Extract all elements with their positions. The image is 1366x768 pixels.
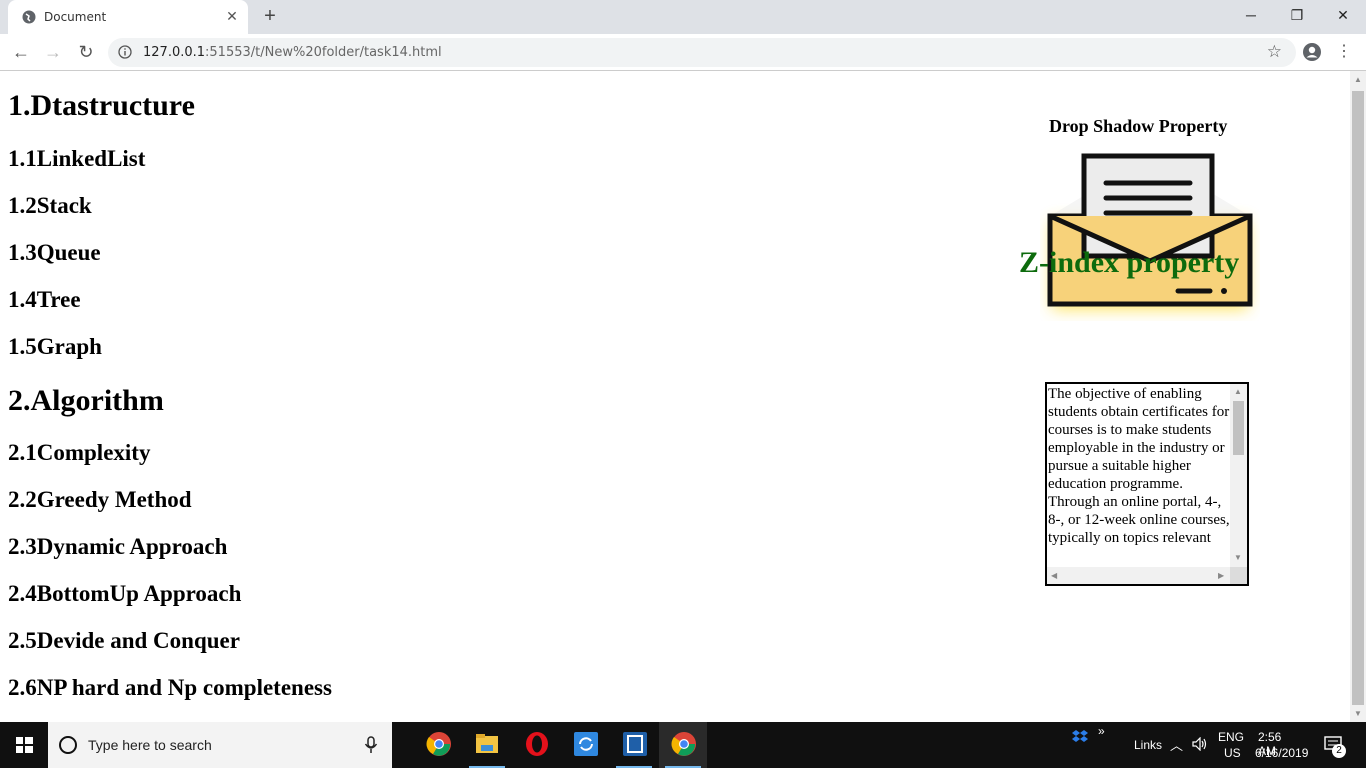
heading-queue: 1.3Queue: [8, 240, 101, 265]
url-host: 127.0.0.1: [143, 45, 206, 60]
heading-divide-conquer: 2.5Devide and Conquer: [8, 628, 240, 653]
taskbar-search-box[interactable]: Type here to search: [48, 722, 392, 768]
close-window-button[interactable]: ✕: [1320, 0, 1366, 30]
scroll-right-arrow-icon[interactable]: ▶: [1218, 571, 1224, 580]
notification-count-badge: 2: [1332, 744, 1346, 758]
forward-button[interactable]: →: [42, 42, 64, 64]
dropbox-icon[interactable]: [1072, 730, 1088, 744]
heading-greedy: 2.2Greedy Method: [8, 487, 192, 512]
links-toolbar-label[interactable]: Links: [1134, 738, 1162, 752]
envelope-icon: [1047, 153, 1253, 309]
heading-bottomup: 2.4BottomUp Approach: [8, 581, 242, 606]
bookmark-star-icon[interactable]: ☆: [1267, 42, 1282, 62]
heading-dynamic: 2.3Dynamic Approach: [8, 534, 228, 559]
textbox-horizontal-scrollbar[interactable]: ◀ ▶: [1047, 567, 1230, 584]
restore-button[interactable]: ❐: [1274, 0, 1320, 30]
scrollable-textbox[interactable]: The objective of enabling students obtai…: [1045, 382, 1249, 586]
tab-close-icon[interactable]: ✕: [224, 8, 240, 24]
taskbar-sync-app-icon[interactable]: [561, 722, 609, 768]
heading-stack: 1.2Stack: [8, 193, 92, 218]
page-scroll-up-icon[interactable]: ▲: [1354, 75, 1362, 84]
heading-graph: 1.5Graph: [8, 334, 102, 359]
cortana-circle-icon: [59, 736, 77, 754]
input-language[interactable]: ENG: [1218, 730, 1244, 744]
new-tab-button[interactable]: +: [260, 6, 280, 27]
scroll-left-arrow-icon[interactable]: ◀: [1051, 571, 1057, 580]
url-text: 127.0.0.1:51553/t/New%20folder/task14.ht…: [143, 45, 442, 60]
microphone-icon[interactable]: [364, 736, 378, 754]
textbox-scroll-thumb[interactable]: [1233, 401, 1244, 455]
textbox-vertical-scrollbar[interactable]: ▲ ▼: [1230, 384, 1247, 567]
tray-overflow-chevron-icon[interactable]: »: [1098, 724, 1105, 738]
volume-icon[interactable]: [1192, 737, 1208, 751]
profile-icon[interactable]: [1302, 42, 1322, 62]
minimize-button[interactable]: ─: [1228, 0, 1274, 30]
browser-tab[interactable]: Document ✕: [8, 0, 248, 34]
heading-linkedlist: 1.1LinkedList: [8, 146, 146, 171]
show-hidden-icons-icon[interactable]: ︿: [1170, 735, 1183, 754]
textbox-content: The objective of enabling students obtai…: [1048, 386, 1230, 546]
menu-kebab-icon[interactable]: ⋮: [1336, 42, 1352, 62]
taskbar-chrome-icon[interactable]: [414, 722, 462, 768]
taskbar-opera-icon[interactable]: [512, 722, 560, 768]
page-scroll-down-icon[interactable]: ▼: [1354, 709, 1362, 718]
heading-complexity: 2.1Complexity: [8, 440, 151, 465]
taskbar-file-explorer-icon[interactable]: [463, 722, 511, 768]
page-scrollbar[interactable]: ▲ ▼: [1350, 71, 1366, 722]
search-placeholder: Type here to search: [88, 737, 212, 753]
info-icon[interactable]: [118, 45, 132, 59]
input-region[interactable]: US: [1224, 746, 1241, 760]
heading-algorithm: 2.Algorithm: [8, 384, 164, 417]
clock-date[interactable]: 6/16/2019: [1255, 746, 1308, 760]
globe-icon: [22, 10, 36, 24]
windows-taskbar: Type here to search » Links ︿ ENG US 2:5…: [0, 722, 1366, 768]
back-button[interactable]: ←: [10, 42, 32, 64]
tab-title: Document: [44, 10, 107, 24]
heading-np-hard: 2.6NP hard and Np completeness: [8, 675, 332, 700]
zindex-label: Z-index property: [1019, 246, 1240, 279]
heading-datastructure: 1.Dtastructure: [8, 89, 195, 122]
scroll-down-arrow-icon[interactable]: ▼: [1234, 553, 1242, 562]
taskbar-editor-app-icon[interactable]: [610, 722, 658, 768]
drop-shadow-title: Drop Shadow Property: [1049, 116, 1228, 136]
page-content: 1.Dtastructure 1.1LinkedList 1.2Stack 1.…: [0, 71, 1350, 722]
url-path: :51553/t/New%20folder/task14.html: [205, 45, 442, 60]
scroll-up-arrow-icon[interactable]: ▲: [1234, 387, 1242, 396]
windows-start-icon[interactable]: [0, 722, 48, 768]
browser-tab-strip: Document ✕ + ─ ❐ ✕: [0, 0, 1366, 34]
browser-toolbar: ← → ↻ 127.0.0.1:51553/t/New%20folder/tas…: [0, 34, 1366, 71]
page-scroll-thumb[interactable]: [1352, 91, 1364, 705]
address-bar[interactable]: 127.0.0.1:51553/t/New%20folder/task14.ht…: [108, 38, 1296, 67]
scroll-corner: [1230, 567, 1247, 584]
reload-button[interactable]: ↻: [75, 42, 97, 64]
taskbar-chrome-active-icon[interactable]: [659, 722, 707, 768]
heading-tree: 1.4Tree: [8, 287, 81, 312]
